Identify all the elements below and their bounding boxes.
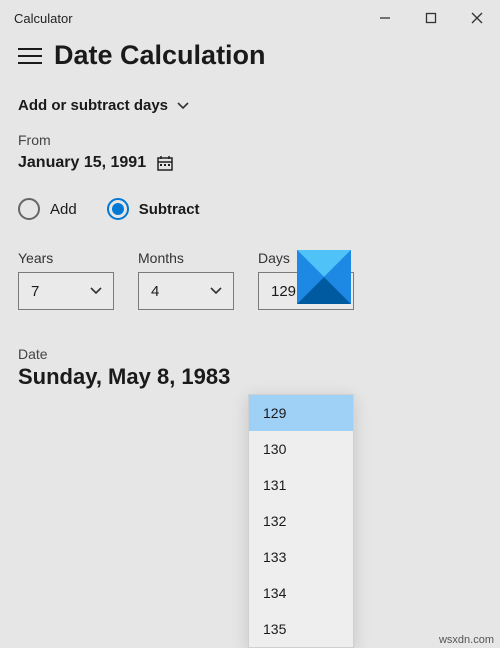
months-label: Months <box>138 250 234 266</box>
radio-checked-icon <box>107 198 129 220</box>
hamburger-menu-button[interactable] <box>18 48 42 64</box>
mode-label: Add or subtract days <box>18 97 168 114</box>
from-date-value: January 15, 1991 <box>18 154 146 172</box>
dropdown-option[interactable]: 132 <box>249 503 353 539</box>
titlebar: Calculator <box>0 0 500 36</box>
dropdown-option[interactable]: 134 <box>249 575 353 611</box>
minimize-button[interactable] <box>362 0 408 36</box>
windows-club-logo-icon <box>297 250 351 304</box>
dropdown-option[interactable]: 133 <box>249 539 353 575</box>
chevron-down-icon <box>89 284 103 298</box>
result-value: Sunday, May 8, 1983 <box>18 362 482 390</box>
calendar-icon <box>156 154 174 172</box>
page-title: Date Calculation <box>54 40 266 71</box>
maximize-button[interactable] <box>408 0 454 36</box>
chevron-down-icon <box>209 284 223 298</box>
years-combo[interactable]: 7 <box>18 272 114 310</box>
dropdown-option[interactable]: 135 <box>249 611 353 647</box>
chevron-down-icon <box>176 99 190 113</box>
radio-unchecked-icon <box>18 198 40 220</box>
radio-subtract-label: Subtract <box>139 201 200 218</box>
radio-add-label: Add <box>50 201 77 218</box>
mode-dropdown[interactable]: Add or subtract days <box>0 73 500 122</box>
radio-subtract[interactable]: Subtract <box>107 198 200 220</box>
days-value: 129 <box>271 283 296 300</box>
years-label: Years <box>18 250 114 266</box>
days-dropdown-popup: 129 130 131 132 133 134 135 <box>248 394 354 648</box>
dropdown-option[interactable]: 129 <box>249 395 353 431</box>
close-button[interactable] <box>454 0 500 36</box>
years-value: 7 <box>31 283 39 300</box>
dropdown-option[interactable]: 130 <box>249 431 353 467</box>
radio-add[interactable]: Add <box>18 198 77 220</box>
watermark: wsxdn.com <box>439 634 494 646</box>
months-combo[interactable]: 4 <box>138 272 234 310</box>
result-label: Date <box>18 346 482 362</box>
dropdown-option[interactable]: 131 <box>249 467 353 503</box>
from-label: From <box>18 132 482 148</box>
from-date-picker[interactable]: January 15, 1991 <box>18 148 482 172</box>
window-title: Calculator <box>14 11 73 26</box>
months-value: 4 <box>151 283 159 300</box>
